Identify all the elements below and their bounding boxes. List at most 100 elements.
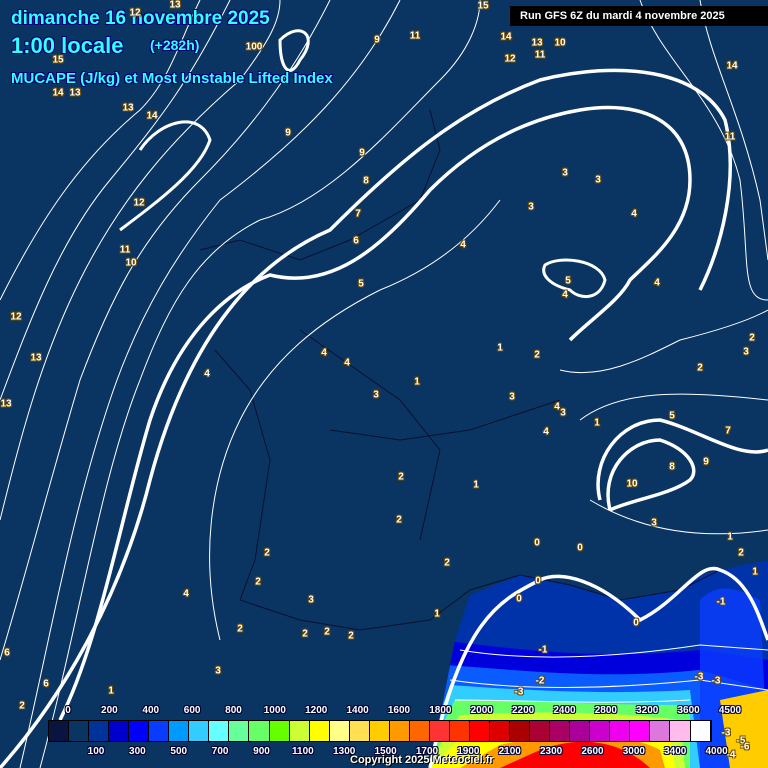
legend-bottom-label: 2600 [581,746,604,757]
contour-label: 2 [19,700,25,712]
contour-label: 4 [183,588,189,600]
legend-swatch [149,721,170,741]
legend-bottom-label: 3400 [664,746,687,757]
legend-swatch [469,721,491,741]
contour-label: 10 [125,257,137,269]
contour-label: 10 [626,478,638,490]
legend-bottom-label: 3000 [622,746,645,757]
legend-bottom-label: 4000 [705,746,728,757]
contour-label: 12 [133,197,145,209]
contour-label: 7 [355,208,361,220]
contour-label: 6 [353,235,359,247]
contour-label: 1 [752,566,758,578]
legend-top-label: 1200 [305,705,328,716]
legend-top-label: 2200 [512,705,535,716]
legend-top-label: 3600 [677,705,700,716]
legend-swatch [670,721,691,741]
contour-label: 2 [749,332,755,344]
legend-swatch [329,721,350,741]
contour-label: 1 [108,685,114,697]
run-info: Run GFS 6Z du mardi 4 novembre 2025 [510,6,768,26]
legend-swatch [309,721,330,741]
legend-swatch [349,721,370,741]
contour-label: -3 [721,727,731,739]
contour-label: 3 [308,594,314,606]
contour-label: 13 [30,352,42,364]
legend-top-label: 1400 [346,705,369,716]
contour-label: 9 [703,456,709,468]
contour-label: 0 [516,593,522,605]
contour-label: 3 [509,391,515,403]
contour-label: 2 [396,514,402,526]
legend-swatch [630,721,651,741]
contour-label: 13 [169,0,181,11]
contour-label: -1 [538,644,548,656]
legend-swatch [169,721,190,741]
contour-label: 1 [594,417,600,429]
parameter-title: MUCAPE (J/kg) et Most Unstable Lifted In… [11,70,333,87]
legend-top-label: 3200 [636,705,659,716]
contour-label: -4 [726,749,736,761]
legend-top-label: 200 [101,705,118,716]
contour-label: 4 [562,289,568,301]
contour-label: 2 [264,547,270,559]
contour-label: 9 [374,34,380,46]
copyright: Copyright 2025 Meteociel.fr [350,754,494,766]
legend-swatch [570,721,591,741]
contour-label: -3 [514,686,524,698]
legend-top-label: 4500 [718,705,742,716]
legend-swatch [610,721,631,741]
legend-bottom-label: 1100 [292,746,314,757]
legend-top-label: 2400 [553,705,576,716]
contour-label: -6 [740,741,750,753]
legend-swatch [490,721,511,741]
contour-label: 9 [285,127,291,139]
contour-label: 10 [554,37,566,49]
legend-swatch [369,721,390,741]
contour-label: 8 [363,175,369,187]
contour-label: 1 [414,376,420,388]
legend-top-label: 800 [225,705,242,716]
contour-label: 4 [554,401,560,413]
contour-label: 2 [324,626,330,638]
legend-bottom-label: 2300 [540,746,563,757]
contour-label: 11 [534,49,546,61]
contour-label: 0 [577,542,583,554]
contour-label: 2 [534,349,540,361]
contour-label: 1 [497,342,503,354]
legend-swatch [409,721,430,741]
contour-label: 11 [724,131,736,143]
contour-label: 5 [669,410,675,422]
contour-label: 14 [52,87,64,99]
legend-swatch [69,721,90,741]
legend-swatch [209,721,230,741]
contour-label: 0 [535,575,541,587]
contour-label: 13 [122,102,134,114]
legend-swatch [289,721,310,741]
contour-label: 2 [237,623,243,635]
contour-label: 11 [409,30,421,42]
contour-label: 13 [531,37,543,49]
contour-label: 12 [504,53,516,65]
forecast-time: 1:00 locale [11,33,124,58]
legend-swatch [510,721,531,741]
contour-label: 3 [560,407,566,419]
contour-label: 13 [69,87,81,99]
contour-label: 4 [460,239,466,251]
legend-top-label: 0 [65,705,71,716]
legend-top-label: 600 [183,705,201,716]
contour-label: -2 [535,675,545,687]
contour-label: 1 [434,608,440,620]
forecast-lead-time: (+282h) [150,37,200,53]
contour-label: 2 [255,576,261,588]
contour-label: 2 [444,557,450,569]
legend-swatch [269,721,290,741]
contour-label: 15 [52,54,64,66]
legend-swatch [189,721,210,741]
contour-label: 4 [204,368,210,380]
contour-label: 1 [727,531,733,543]
contour-label: 4 [631,208,637,220]
legend-swatch [129,721,150,741]
contour-label: 6 [4,647,10,659]
legend-swatch [449,721,470,741]
